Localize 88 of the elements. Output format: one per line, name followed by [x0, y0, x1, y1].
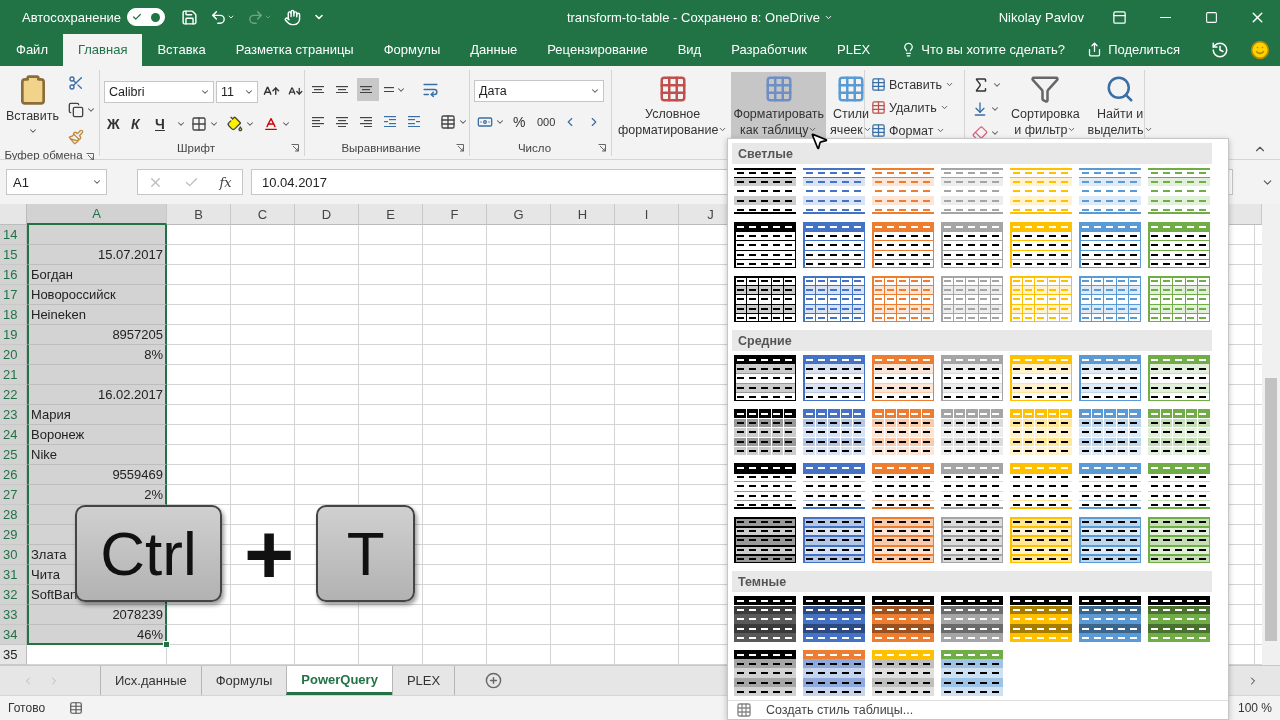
table-cell: Воронеж: [27, 425, 167, 446]
group-label: Число: [517, 141, 552, 154]
table-cell: 2078239: [27, 605, 167, 626]
table-cell: 9559469: [27, 465, 167, 486]
table-cell: Мария: [27, 405, 167, 426]
section-header: Средние: [732, 330, 1212, 351]
autosave-label: Автосохранение: [22, 9, 122, 25]
section-header: Светлые: [732, 143, 1212, 164]
row-header[interactable]: 29: [0, 525, 27, 546]
row-header[interactable]: 14: [0, 225, 27, 246]
ribbon-tab[interactable]: Разработчик: [716, 34, 822, 66]
table-cell: Новороссийск: [27, 285, 167, 306]
column-header[interactable]: A: [27, 204, 167, 226]
bold-button[interactable]: Ж: [104, 112, 126, 136]
font-name-field[interactable]: Calibri: [104, 80, 214, 103]
column-header[interactable]: F: [423, 204, 487, 226]
row-header[interactable]: 25: [0, 445, 27, 466]
table-cell: Heineken: [27, 305, 167, 326]
window-title: transform-to-table - Сохранено в: OneDrive: [566, 9, 820, 25]
table-cell: 8%: [27, 345, 167, 366]
row-header[interactable]: 20: [0, 345, 27, 366]
user-name: Nikolay Pavlov: [998, 9, 1084, 25]
table-cell: 46%: [27, 625, 167, 646]
row-header[interactable]: 34: [0, 625, 27, 646]
table-cell: 2%: [27, 485, 167, 506]
ribbon-tab[interactable]: Разметка страницы: [220, 34, 369, 66]
keyboard-key: T: [316, 505, 416, 602]
column-header[interactable]: G: [487, 204, 551, 226]
row-header[interactable]: 26: [0, 465, 27, 486]
ribbon-tab[interactable]: Вставка: [142, 34, 221, 66]
section-header: Темные: [732, 571, 1212, 592]
new-table-style-item[interactable]: Создать стиль таблицы...: [766, 703, 914, 717]
underline-button[interactable]: Ч: [152, 112, 174, 136]
editing-button[interactable]: Сортировка и фильтр: [1009, 71, 1082, 145]
column-header[interactable]: D: [295, 204, 359, 226]
table-cell: Nike: [27, 445, 167, 466]
column-header[interactable]: H: [551, 204, 615, 226]
row-header[interactable]: 21: [0, 365, 27, 386]
row-header[interactable]: 32: [0, 585, 27, 606]
column-header[interactable]: C: [231, 204, 295, 226]
table-cell: Богдан: [27, 265, 167, 286]
ribbon-tab[interactable]: Вид: [662, 34, 717, 66]
column-header[interactable]: B: [167, 204, 231, 226]
row-header[interactable]: 17: [0, 285, 27, 306]
share-button[interactable]: Поделиться: [1081, 34, 1186, 66]
plus-sign: +: [244, 510, 295, 597]
thousands-button[interactable]: 000: [534, 110, 559, 134]
row-header[interactable]: 27: [0, 485, 27, 506]
column-header[interactable]: I: [615, 204, 679, 226]
group-label: Буфер обмена: [4, 148, 83, 161]
ribbon-tab[interactable]: Файл: [1, 34, 63, 66]
row-header[interactable]: 18: [0, 305, 27, 326]
insert-function-label[interactable]: fx: [219, 174, 232, 190]
row-header[interactable]: 15: [0, 245, 27, 266]
percent-button[interactable]: %: [510, 110, 532, 134]
column-header[interactable]: E: [359, 204, 423, 226]
ribbon-tab[interactable]: Главная: [62, 34, 143, 66]
name-box[interactable]: A1: [6, 169, 107, 196]
row-header[interactable]: 30: [0, 545, 27, 566]
ribbon-tab[interactable]: Рецензирование: [532, 34, 663, 66]
group-label: Шрифт: [177, 141, 215, 154]
row-header[interactable]: 35: [0, 645, 27, 666]
table-cell: 15.07.2017: [27, 245, 167, 266]
font-size-field[interactable]: 11: [216, 80, 258, 103]
row-header[interactable]: 22: [0, 385, 27, 406]
table-cell: 16.02.2017: [27, 385, 167, 406]
row-header[interactable]: 31: [0, 565, 27, 586]
row-header[interactable]: 28: [0, 505, 27, 526]
row-header[interactable]: 23: [0, 405, 27, 426]
tell-me-search[interactable]: Что вы хотите сделать?: [895, 34, 1071, 66]
status-text: Готово: [8, 701, 46, 716]
table-cell: 8957205: [27, 325, 167, 346]
row-header[interactable]: 19: [0, 325, 27, 346]
ribbon-tab[interactable]: PLEX: [822, 34, 886, 66]
editing-button[interactable]: Найти и выделить: [1085, 71, 1155, 145]
ribbon-tab[interactable]: Формулы: [368, 34, 456, 66]
sheet-tab[interactable]: PowerQuery: [286, 666, 392, 696]
group-label: Выравнивание: [341, 141, 421, 154]
styles-button[interactable]: Условное форматирование: [616, 71, 730, 140]
italic-button[interactable]: К: [128, 112, 150, 136]
row-header[interactable]: 16: [0, 265, 27, 286]
row-header[interactable]: 33: [0, 605, 27, 626]
zoom-level: 100 %: [1237, 701, 1272, 716]
row-header[interactable]: 24: [0, 425, 27, 446]
ribbon-tab[interactable]: Данные: [455, 34, 533, 66]
paste-button[interactable]: Вставить: [4, 71, 61, 149]
styles-button[interactable]: Форматировать как таблицу: [731, 71, 827, 140]
number-format-field[interactable]: Дата: [474, 79, 604, 102]
